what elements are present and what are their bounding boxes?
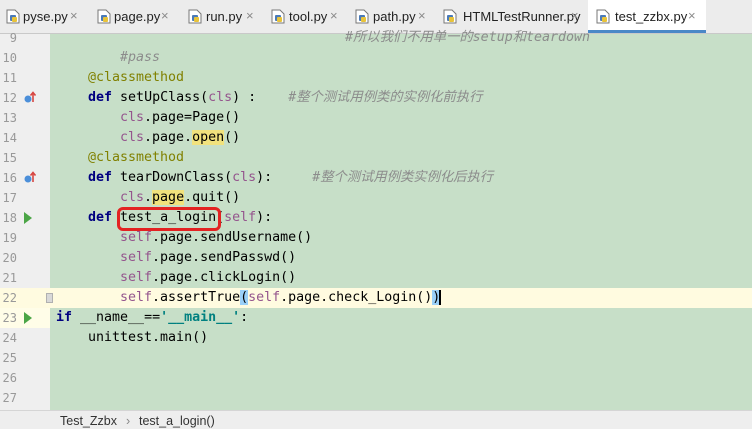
breadcrumb-separator: › <box>126 414 131 428</box>
close-icon[interactable]: × <box>571 8 579 23</box>
decorator: @classmethod <box>88 70 185 85</box>
close-icon[interactable]: × <box>246 8 254 23</box>
python-file-icon <box>271 9 285 24</box>
breadcrumb-method[interactable]: test_a_login() <box>139 414 215 428</box>
close-icon[interactable]: × <box>688 8 696 23</box>
comment: #所以我们不用单一的setup和teardown <box>345 30 591 45</box>
tab-label: test_zzbx.py <box>615 9 688 24</box>
close-icon[interactable]: × <box>418 8 426 23</box>
code-line[interactable]: 16 def tearDownClass(cls): #整个测试用例类实例化后执… <box>0 168 752 188</box>
decorator: @classmethod <box>88 150 185 165</box>
keyword: def <box>88 90 113 105</box>
line-number: 20 <box>2 251 17 265</box>
tab-label: pyse.py <box>23 9 68 24</box>
line-number: 16 <box>2 171 17 185</box>
line-number: 18 <box>2 211 17 225</box>
highlight-annotation-box <box>117 207 221 231</box>
code-line[interactable]: 20 self.page.sendPasswd() <box>0 248 752 268</box>
line-number: 10 <box>2 51 17 65</box>
code-line[interactable]: 14 cls.page.open() <box>0 128 752 148</box>
code-line[interactable]: 21 self.page.clickLogin() <box>0 268 752 288</box>
python-file-icon <box>443 9 457 24</box>
code-line[interactable]: 12 def setUpClass(cls) : #整个测试用例类的实例化前执行 <box>0 88 752 108</box>
python-file-icon <box>355 9 369 24</box>
close-icon[interactable]: × <box>70 8 78 23</box>
line-number: 15 <box>2 151 17 165</box>
run-main-icon[interactable] <box>24 312 32 324</box>
keyword: if <box>56 310 73 325</box>
python-file-icon <box>188 9 202 24</box>
string-literal: '__main__' <box>160 310 241 325</box>
code-line[interactable]: 10 #pass <box>0 48 752 68</box>
line-number: 14 <box>2 131 17 145</box>
line-number: 24 <box>2 331 17 345</box>
text-cursor <box>439 289 441 305</box>
python-file-icon <box>97 9 111 24</box>
line-number: 27 <box>2 391 17 405</box>
line-number: 26 <box>2 371 17 385</box>
comment: #整个测试用例类的实例化前执行 <box>288 90 483 105</box>
code-line-current[interactable]: 22 self.assertTrue(self.page.check_Login… <box>0 288 752 328</box>
code-line[interactable]: 26 <box>0 368 752 388</box>
comment: #整个测试用例类实例化后执行 <box>312 170 494 185</box>
code-line[interactable]: 13 cls.page=Page() <box>0 108 752 128</box>
keyword: def <box>88 170 113 185</box>
code-line[interactable]: 17 cls.page.quit() <box>0 188 752 208</box>
code-line[interactable]: 27 <box>0 388 752 408</box>
tab-label: HTMLTestRunner.py <box>463 9 581 24</box>
tab-label: tool.py <box>289 9 328 24</box>
tab-label: path.py <box>373 9 416 24</box>
keyword: def <box>88 210 113 225</box>
breadcrumb-class[interactable]: Test_Zzbx <box>60 414 117 428</box>
python-file-icon <box>596 9 610 24</box>
code-line[interactable]: 23 if __name__=='__main__': <box>0 308 752 328</box>
run-test-icon[interactable] <box>24 212 32 224</box>
line-number: 13 <box>2 111 17 125</box>
python-file-icon <box>6 9 20 24</box>
code-line[interactable]: 15 @classmethod <box>0 148 752 168</box>
override-marker-icon[interactable] <box>24 171 36 185</box>
code-line[interactable]: 25 <box>0 348 752 368</box>
line-number: 12 <box>2 91 17 105</box>
line-number: 17 <box>2 191 17 205</box>
code-line[interactable]: 24 unittest.main() <box>0 328 752 348</box>
breadcrumb: Test_Zzbx › test_a_login() <box>0 410 752 429</box>
override-marker-icon[interactable] <box>24 91 36 105</box>
comment: #pass <box>120 50 161 65</box>
close-icon[interactable]: × <box>161 8 169 23</box>
line-number: 25 <box>2 351 17 365</box>
line-number: 22 <box>2 291 17 305</box>
code-line[interactable]: 11 @classmethod <box>0 68 752 88</box>
fold-marker-icon[interactable] <box>46 293 53 303</box>
line-number: 11 <box>2 71 17 85</box>
code-line[interactable]: 18 def test_a_login(self): <box>0 208 752 228</box>
code-line[interactable]: 19 self.page.sendUsername() <box>0 228 752 248</box>
line-number: 19 <box>2 231 17 245</box>
close-icon[interactable]: × <box>330 8 338 23</box>
tab-label: run.py <box>206 9 243 24</box>
line-number: 23 <box>2 311 17 325</box>
line-number: 21 <box>2 271 17 285</box>
code-line[interactable]: 9 #所以我们不用单一的setup和teardown <box>0 28 752 48</box>
line-number: 9 <box>9 31 17 45</box>
tab-label: page.py <box>114 9 161 24</box>
